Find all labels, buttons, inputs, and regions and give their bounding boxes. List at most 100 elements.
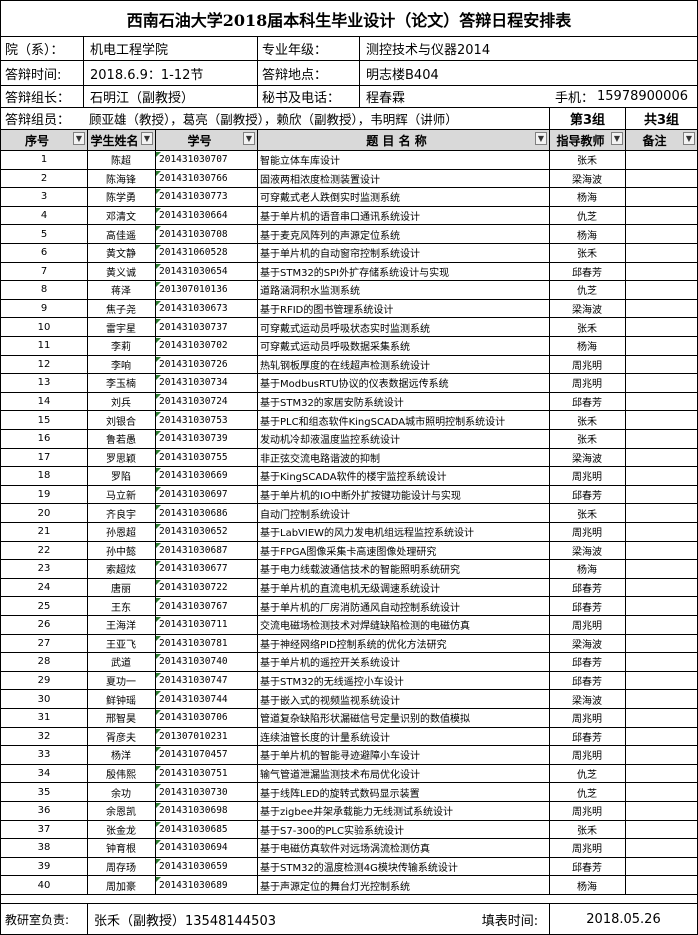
student-id[interactable]: 201431030781 — [155, 635, 257, 653]
student-name[interactable]: 钟育根 — [87, 839, 155, 857]
student-id[interactable]: 201431030739 — [155, 430, 257, 448]
dropdown-arrow-icon[interactable]: ▼ — [73, 132, 85, 145]
remark-cell[interactable] — [625, 356, 697, 374]
student-id[interactable]: 201431030755 — [155, 449, 257, 467]
row-index[interactable]: 27 — [1, 635, 87, 653]
student-id[interactable]: 201431030673 — [155, 300, 257, 318]
row-index[interactable]: 19 — [1, 486, 87, 504]
advisor-name[interactable]: 周兆明 — [549, 374, 625, 392]
advisor-name[interactable]: 邱春芳 — [549, 728, 625, 746]
row-index[interactable]: 15 — [1, 411, 87, 429]
remark-cell[interactable] — [625, 765, 697, 783]
student-id[interactable]: 201431030689 — [155, 876, 257, 894]
remark-cell[interactable] — [625, 616, 697, 634]
row-index[interactable]: 20 — [1, 504, 87, 522]
student-name[interactable]: 王亚飞 — [87, 635, 155, 653]
thesis-topic[interactable]: 基于声源定位的舞台灯光控制系统 — [257, 876, 549, 894]
row-index[interactable]: 22 — [1, 542, 87, 560]
student-id[interactable]: 201431030767 — [155, 597, 257, 615]
student-name[interactable]: 武道 — [87, 653, 155, 671]
student-id[interactable]: 201431030664 — [155, 207, 257, 225]
student-id[interactable]: 201431030707 — [155, 151, 257, 169]
office-value[interactable]: 张禾（副教授）13548144503 — [87, 904, 387, 934]
thesis-topic[interactable]: 连续油管长度的计量系统设计 — [257, 728, 549, 746]
thesis-topic[interactable]: 可穿戴式运动员呼吸状态实时监测系统 — [257, 318, 549, 336]
advisor-name[interactable]: 周兆明 — [549, 467, 625, 485]
student-id[interactable]: 201307010136 — [155, 281, 257, 299]
student-name[interactable]: 张金龙 — [87, 821, 155, 839]
student-name[interactable]: 邢智昊 — [87, 709, 155, 727]
student-id[interactable]: 201431030702 — [155, 337, 257, 355]
dropdown-arrow-icon[interactable]: ▼ — [141, 132, 153, 145]
student-name[interactable]: 罗思颖 — [87, 449, 155, 467]
student-id[interactable]: 201431070457 — [155, 746, 257, 764]
dropdown-arrow-icon[interactable]: ▼ — [683, 132, 695, 145]
student-name[interactable]: 李响 — [87, 356, 155, 374]
remark-cell[interactable] — [625, 728, 697, 746]
student-name[interactable]: 殷伟熙 — [87, 765, 155, 783]
advisor-name[interactable]: 仇芝 — [549, 281, 625, 299]
dropdown-arrow-icon[interactable]: ▼ — [611, 132, 623, 145]
remark-cell[interactable] — [625, 709, 697, 727]
row-index[interactable]: 1 — [1, 151, 87, 169]
advisor-name[interactable]: 杨海 — [549, 560, 625, 578]
row-index[interactable]: 7 — [1, 263, 87, 281]
date-value[interactable]: 2018.05.26 — [549, 904, 697, 934]
student-id[interactable]: 201431060528 — [155, 244, 257, 262]
row-index[interactable]: 39 — [1, 858, 87, 876]
advisor-name[interactable]: 张禾 — [549, 821, 625, 839]
student-id[interactable]: 201431030722 — [155, 579, 257, 597]
thesis-topic[interactable]: 基于zigbee井架承载能力无线测试系统设计 — [257, 802, 549, 820]
remark-cell[interactable] — [625, 430, 697, 448]
thesis-topic[interactable]: 基于RFID的图书管理系统设计 — [257, 300, 549, 318]
student-name[interactable]: 陈超 — [87, 151, 155, 169]
remark-cell[interactable] — [625, 337, 697, 355]
thesis-topic[interactable]: 基于单片机的智能寻迹避障小车设计 — [257, 746, 549, 764]
student-name[interactable]: 罗陷 — [87, 467, 155, 485]
student-id[interactable]: 201431030734 — [155, 374, 257, 392]
row-index[interactable]: 13 — [1, 374, 87, 392]
remark-cell[interactable] — [625, 783, 697, 801]
remark-cell[interactable] — [625, 188, 697, 206]
student-id[interactable]: 201431030659 — [155, 858, 257, 876]
thesis-topic[interactable]: 热轧钢板厚度的在线超声检测系统设计 — [257, 356, 549, 374]
remark-cell[interactable] — [625, 542, 697, 560]
student-id[interactable]: 201431030697 — [155, 486, 257, 504]
leader-value[interactable]: 石明江（副教授） — [83, 86, 257, 107]
student-name[interactable]: 蒋泽 — [87, 281, 155, 299]
row-index[interactable]: 4 — [1, 207, 87, 225]
remark-cell[interactable] — [625, 449, 697, 467]
advisor-name[interactable]: 邱春芳 — [549, 393, 625, 411]
student-name[interactable]: 周存玚 — [87, 858, 155, 876]
student-name[interactable]: 孙恩超 — [87, 523, 155, 541]
row-index[interactable]: 16 — [1, 430, 87, 448]
student-id[interactable]: 201431030747 — [155, 672, 257, 690]
student-name[interactable]: 马立新 — [87, 486, 155, 504]
thesis-topic[interactable]: 基于KingSCADA软件的楼宇监控系统设计 — [257, 467, 549, 485]
row-index[interactable]: 11 — [1, 337, 87, 355]
advisor-name[interactable]: 邱春芳 — [549, 486, 625, 504]
student-name[interactable]: 唐丽 — [87, 579, 155, 597]
thesis-topic[interactable]: 基于FPGA图像采集卡高速图像处理研究 — [257, 542, 549, 560]
student-name[interactable]: 李莉 — [87, 337, 155, 355]
student-id[interactable]: 201431030706 — [155, 709, 257, 727]
student-name[interactable]: 余恩凯 — [87, 802, 155, 820]
thesis-topic[interactable]: 基于单片机的直流电机无级调速系统设计 — [257, 579, 549, 597]
student-name[interactable]: 索超炫 — [87, 560, 155, 578]
student-id[interactable]: 201431030744 — [155, 690, 257, 708]
remark-cell[interactable] — [625, 393, 697, 411]
remark-cell[interactable] — [625, 263, 697, 281]
remark-cell[interactable] — [625, 672, 697, 690]
row-index[interactable]: 14 — [1, 393, 87, 411]
advisor-name[interactable]: 邱春芳 — [549, 672, 625, 690]
student-name[interactable]: 刘银合 — [87, 411, 155, 429]
thesis-topic[interactable]: 基于STM32的SPI外扩存储系统设计与实现 — [257, 263, 549, 281]
thesis-topic[interactable]: 固液两相浓度检测装置设计 — [257, 170, 549, 188]
student-id[interactable]: 201431030730 — [155, 783, 257, 801]
student-name[interactable]: 齐良宇 — [87, 504, 155, 522]
thesis-topic[interactable]: 基于嵌入式的视频监视系统设计 — [257, 690, 549, 708]
thesis-topic[interactable]: 输气管道泄漏监测技术布局优化设计 — [257, 765, 549, 783]
remark-cell[interactable] — [625, 839, 697, 857]
student-name[interactable]: 焦子尧 — [87, 300, 155, 318]
thesis-topic[interactable]: 基于单片机的IO中断外扩按键功能设计与实现 — [257, 486, 549, 504]
